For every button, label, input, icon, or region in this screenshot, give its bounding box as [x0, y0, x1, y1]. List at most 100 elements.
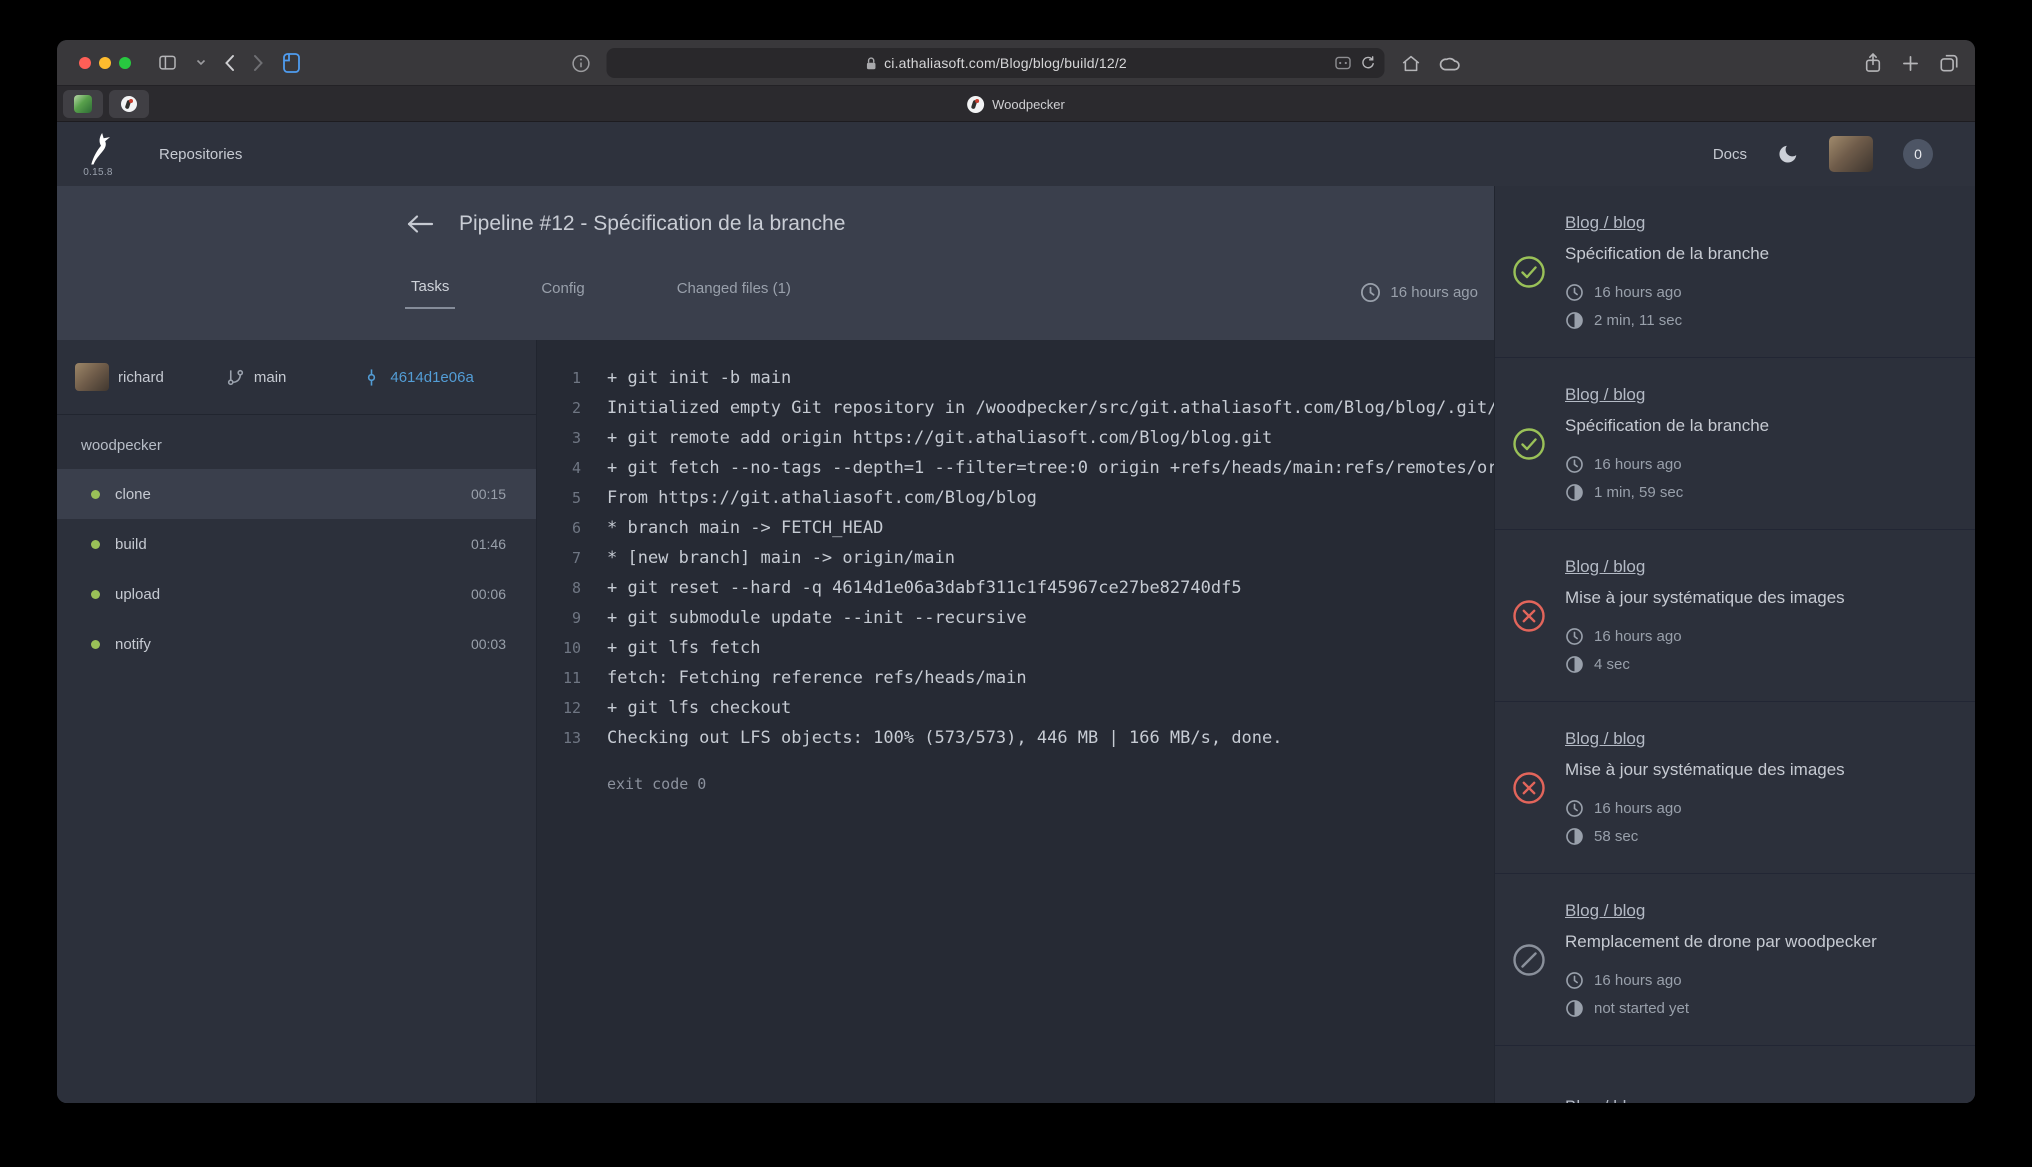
step-success-dot	[91, 640, 100, 649]
sidebar-chevron-button[interactable]	[196, 58, 206, 67]
log-line: 3 + git remote add origin https://git.ath…	[553, 423, 1494, 453]
step-notify[interactable]: notify 00:03	[57, 619, 536, 669]
build-time: 16 hours ago	[1594, 456, 1682, 473]
log-output: 1 + git init -b main 2Initialized empty G…	[537, 340, 1494, 1103]
log-line-number: 9	[553, 603, 581, 633]
log-line-text: + git init -b main	[607, 363, 791, 393]
privacy-report-button[interactable]	[572, 54, 591, 73]
brand[interactable]: 0.15.8	[83, 130, 113, 178]
log-line-number: 13	[553, 723, 581, 753]
tab-changed-files[interactable]: Changed files (1)	[671, 280, 797, 309]
build-time: 16 hours ago	[1594, 284, 1682, 301]
tab-config[interactable]: Config	[535, 280, 590, 309]
sidebar-icon	[157, 53, 178, 73]
log-line: 11 fetch: Fetching reference refs/heads/m…	[553, 663, 1494, 693]
duration-icon	[1565, 311, 1584, 330]
pinned-tab-2[interactable]	[109, 90, 149, 118]
step-duration: 01:46	[471, 536, 506, 552]
tab-overview-button[interactable]	[1939, 53, 1959, 73]
step-name: upload	[115, 586, 160, 603]
build-item[interactable]: Blog / blog Remplacement de drone par wo…	[1495, 1046, 1975, 1103]
zoom-window-button[interactable]	[119, 57, 131, 69]
theme-toggle-button[interactable]	[1777, 143, 1799, 165]
new-tab-button[interactable]	[1902, 55, 1919, 72]
log-line-text: + git remote add origin https://git.atha…	[607, 423, 1272, 453]
share-button[interactable]	[1864, 52, 1882, 74]
active-tab[interactable]: Woodpecker	[967, 86, 1065, 122]
step-upload[interactable]: upload 00:06	[57, 569, 536, 619]
build-duration: 58 sec	[1594, 828, 1638, 845]
step-duration: 00:03	[471, 636, 506, 652]
woodpecker-favicon	[967, 96, 984, 113]
branch-name: main	[254, 369, 287, 386]
traffic-lights	[79, 57, 131, 69]
address-bar-actions	[1335, 48, 1376, 78]
extension-badge-button[interactable]	[1335, 56, 1352, 70]
lock-icon	[864, 56, 877, 71]
step-name: build	[115, 536, 147, 553]
log-line-number: 6	[553, 513, 581, 543]
build-repo-link[interactable]: Blog / blog	[1565, 557, 1645, 577]
nav-repositories-link[interactable]: Repositories	[159, 146, 242, 163]
log-line: 10+ git lfs fetch	[553, 633, 1494, 663]
log-line: 2Initialized empty Git repository in /wo…	[553, 393, 1494, 423]
address-bar[interactable]: ci.athaliasoft.com/Blog/blog/build/12/2	[607, 48, 1385, 78]
home-button[interactable]	[1401, 54, 1422, 73]
build-repo-link[interactable]: Blog / blog	[1565, 729, 1645, 749]
step-build[interactable]: build 01:46	[57, 519, 536, 569]
woodpecker-logo-icon	[83, 130, 113, 166]
log-line: 13Checking out LFS objects: 100% (573/57…	[553, 723, 1494, 753]
toolbar-right-actions	[1864, 40, 1959, 86]
build-repo-link[interactable]: Blog / blog	[1565, 901, 1645, 921]
status-failure-icon	[1511, 598, 1547, 634]
log-line-number: 11	[553, 663, 581, 693]
build-time: 16 hours ago	[1594, 972, 1682, 989]
icloud-tabs-button[interactable]	[1438, 55, 1461, 72]
back-to-builds-button[interactable]	[405, 212, 435, 236]
build-time: 16 hours ago	[1594, 800, 1682, 817]
build-item[interactable]: Blog / blog Spécification de la branche …	[1495, 358, 1975, 530]
pinned-tab-1[interactable]	[63, 90, 103, 118]
commit-hash-link[interactable]: 4614d1e06a	[390, 369, 473, 386]
sidebar-toggle-button[interactable]	[157, 53, 178, 73]
build-item[interactable]: Blog / blog Remplacement de drone par wo…	[1495, 874, 1975, 1046]
url-text: ci.athaliasoft.com/Blog/blog/build/12/2	[884, 55, 1127, 71]
build-duration: 2 min, 11 sec	[1594, 312, 1682, 329]
start-page-button[interactable]	[282, 52, 301, 74]
build-repo-link[interactable]: Blog / blog	[1565, 385, 1645, 405]
status-pending-icon	[1511, 942, 1547, 978]
log-line-text: * branch main -> FETCH_HEAD	[607, 513, 883, 543]
build-repo-link[interactable]: Blog / blog	[1565, 213, 1645, 233]
close-window-button[interactable]	[79, 57, 91, 69]
navigation-buttons	[157, 52, 301, 74]
nav-docs-link[interactable]: Docs	[1713, 146, 1747, 163]
build-item[interactable]: Blog / blog Mise à jour systématique des…	[1495, 702, 1975, 874]
log-line-text: + git reset --hard -q 4614d1e06a3dabf311…	[607, 573, 1242, 603]
browser-toolbar: ci.athaliasoft.com/Blog/blog/build/12/2	[57, 40, 1975, 86]
plus-icon	[1902, 55, 1919, 72]
log-line-text: + git fetch --no-tags --depth=1 --filter…	[607, 453, 1494, 483]
pipeline-title: Pipeline #12 - Spécification de la branc…	[459, 212, 845, 236]
log-line: 4+ git fetch --no-tags --depth=1 --filte…	[553, 453, 1494, 483]
reload-button[interactable]	[1361, 55, 1376, 71]
tab-tasks[interactable]: Tasks	[405, 278, 455, 309]
minimize-window-button[interactable]	[99, 57, 111, 69]
tab-strip: Woodpecker	[57, 86, 1975, 122]
exit-code: exit code 0	[607, 775, 1494, 793]
build-item[interactable]: Blog / blog Mise à jour systématique des…	[1495, 530, 1975, 702]
log-line-number: 3	[553, 423, 581, 453]
chevron-down-icon	[196, 58, 206, 67]
start-page-icon	[282, 52, 301, 74]
forward-button[interactable]	[253, 54, 264, 72]
author-avatar	[75, 363, 109, 391]
log-line-number: 1	[553, 363, 581, 393]
log-line-text: fetch: Fetching reference refs/heads/mai…	[607, 663, 1027, 693]
log-line-text: Initialized empty Git repository in /woo…	[607, 393, 1494, 423]
build-duration: 4 sec	[1594, 656, 1630, 673]
back-button[interactable]	[224, 54, 235, 72]
build-repo-link[interactable]: Blog / blog	[1565, 1097, 1645, 1104]
step-clone[interactable]: clone 00:15	[57, 469, 536, 519]
notifications-badge[interactable]: 0	[1903, 139, 1933, 169]
build-item[interactable]: Blog / blog Spécification de la branche …	[1495, 186, 1975, 358]
user-avatar[interactable]	[1829, 136, 1873, 172]
